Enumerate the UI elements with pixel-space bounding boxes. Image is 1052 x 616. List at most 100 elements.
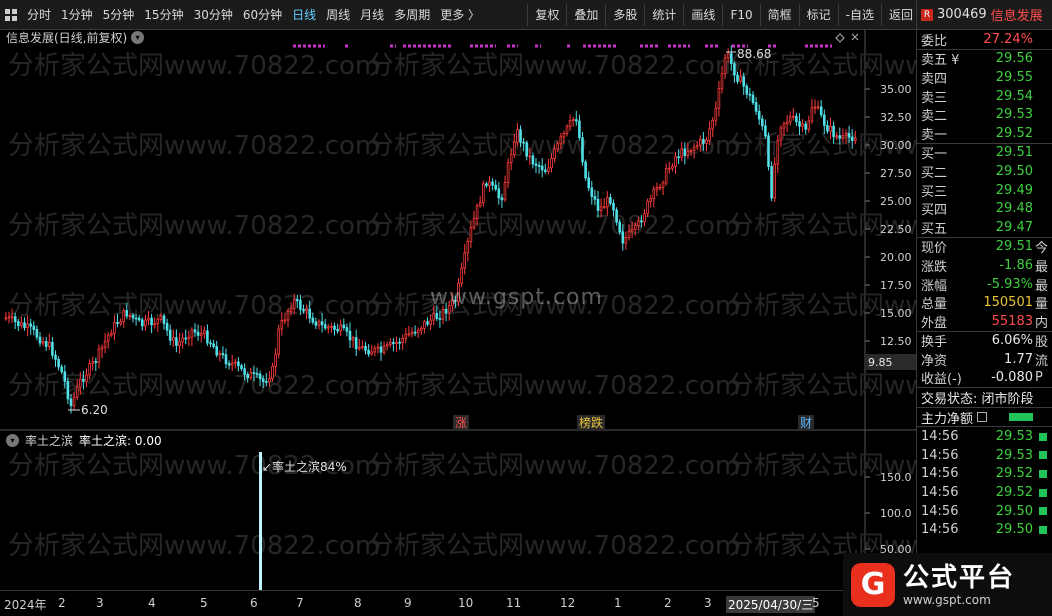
candle-body xyxy=(379,346,383,353)
stat2-row-1-extra: 流 xyxy=(1035,353,1049,369)
candle-body xyxy=(652,188,656,200)
indicator-name[interactable]: 率土之滨 xyxy=(25,432,73,449)
background-watermark: 分析家公式网www.70822.com xyxy=(8,531,380,561)
tool-button-0[interactable]: 复权 xyxy=(527,4,566,26)
candle-body xyxy=(280,319,284,330)
tick-time: 14:56 xyxy=(921,522,959,538)
candle-body xyxy=(202,330,206,334)
tab-period-8[interactable]: 月线 xyxy=(355,0,389,30)
candle-body xyxy=(274,353,277,367)
background-watermark: 分析家公式网www.70822.com xyxy=(728,371,916,401)
tool-button-2[interactable]: 多股 xyxy=(605,4,644,26)
candle-body xyxy=(367,349,370,355)
main-net-row[interactable]: 主力净额 xyxy=(917,408,1052,426)
tick-row[interactable]: 14:56 29.52 xyxy=(917,483,1052,502)
candle-body xyxy=(32,325,36,330)
chart-canvas[interactable]: 分析家公式网www.70822.com分析家公式网www.70822.com分析… xyxy=(0,30,1052,590)
tab-period-9[interactable]: 多周期 xyxy=(389,0,435,30)
candle-body xyxy=(571,119,575,122)
tick-row[interactable]: 14:56 29.50 xyxy=(917,502,1052,521)
candle-body xyxy=(627,230,631,238)
candle-body xyxy=(323,324,327,329)
x-tick-label: 10 xyxy=(458,596,474,610)
tab-period-5[interactable]: 60分钟 xyxy=(238,0,287,30)
tab-period-1[interactable]: 1分钟 xyxy=(56,0,98,30)
candle-body xyxy=(66,381,70,400)
top-toolbar: 分时 1分钟 5分钟 15分钟 30分钟 60分钟 日线 周线 月线 多周期 更多 〉 复权 叠加 多股… xyxy=(0,0,1052,30)
candle-body xyxy=(478,202,482,207)
tick-row[interactable]: 14:56 29.53 xyxy=(917,427,1052,446)
candle-body xyxy=(364,345,367,351)
x-tick-label: 4 xyxy=(148,596,156,610)
stock-header[interactable]: R 300469 信息发展 xyxy=(917,0,1052,30)
candle-body xyxy=(658,186,662,189)
tab-period-6[interactable]: 日线 xyxy=(287,0,321,30)
tab-period-3[interactable]: 15分钟 xyxy=(139,0,188,30)
candle-body xyxy=(624,237,628,244)
stat-row-2-value: -5.93% xyxy=(987,276,1033,292)
candle-body xyxy=(788,116,792,123)
tool-button-1[interactable]: 叠加 xyxy=(566,4,605,26)
candle-body xyxy=(683,148,687,156)
ask-row-4-value: 29.52 xyxy=(995,125,1033,141)
tick-price: 29.50 xyxy=(995,522,1033,538)
candle-body xyxy=(481,183,485,204)
bid-row-2-label: 买三 xyxy=(921,184,948,200)
tick-price: 29.53 xyxy=(995,447,1033,463)
candle-body xyxy=(633,225,637,230)
chevron-down-icon[interactable]: ▾ xyxy=(131,31,145,44)
tick-row[interactable]: 14:56 29.52 xyxy=(917,465,1052,484)
candle-body xyxy=(237,361,240,367)
tick-list[interactable]: 14:56 29.53 14:56 29.53 14:56 29.52 14:56 29.52… xyxy=(917,427,1052,539)
ask-row-1-label: 卖四 xyxy=(921,71,948,87)
candle-body xyxy=(302,308,305,312)
list-icon[interactable] xyxy=(977,412,988,423)
tool-button-8[interactable]: -自选 xyxy=(837,4,881,26)
candle-body xyxy=(782,123,786,129)
bid-row-0: 买一 29.51 xyxy=(917,144,1052,162)
candle-body xyxy=(252,372,256,375)
ask-row-4-label: 卖一 xyxy=(921,127,948,143)
tab-period-7[interactable]: 周线 xyxy=(321,0,355,30)
ask-row-2-value: 29.54 xyxy=(995,88,1033,104)
tool-button-4[interactable]: 画线 xyxy=(683,4,722,26)
stat-row-1-label: 涨跌 xyxy=(921,259,948,275)
tab-period-0[interactable]: 分时 xyxy=(22,0,56,30)
kline-chart[interactable]: 分析家公式网www.70822.com 分析家公式网www.70822.com 分析… xyxy=(0,30,1052,590)
tab-period-4[interactable]: 30分钟 xyxy=(189,0,238,30)
candle-body xyxy=(35,329,39,338)
tool-button-3[interactable]: 统计 xyxy=(644,4,683,26)
candle-body xyxy=(317,321,321,326)
stat2-row-0-label: 换手 xyxy=(921,335,948,351)
tool-button-7[interactable]: 标记 xyxy=(798,4,838,26)
candle-body xyxy=(134,317,138,320)
tick-price: 29.50 xyxy=(995,503,1033,519)
tab-period-10[interactable]: 更多 〉 xyxy=(435,0,485,30)
candle-body xyxy=(615,209,618,223)
tick-row[interactable]: 14:56 29.50 xyxy=(917,520,1052,539)
candle-body xyxy=(500,197,504,201)
layout-grid-icon[interactable] xyxy=(0,0,22,30)
candle-body xyxy=(754,102,758,112)
stat-row-1: 涨跌 -1.86 最 xyxy=(917,256,1052,275)
chevron-down-icon[interactable]: ▾ xyxy=(6,434,19,447)
candle-body xyxy=(426,321,429,325)
candle-body xyxy=(243,368,246,375)
candle-body xyxy=(823,114,826,126)
candle-body xyxy=(60,366,63,373)
tick-row[interactable]: 14:56 29.53 xyxy=(917,446,1052,465)
tab-period-2[interactable]: 5分钟 xyxy=(98,0,140,30)
tool-button-5[interactable]: F10 xyxy=(722,4,759,26)
tool-button-9[interactable]: 返回 xyxy=(880,4,920,26)
stat-row-4-label: 外盘 xyxy=(921,315,948,331)
candle-body xyxy=(745,85,749,95)
stat2-row-1-value: 1.77 xyxy=(1004,351,1033,367)
tool-button-6[interactable]: 简框 xyxy=(759,4,799,26)
candle-body xyxy=(686,150,690,156)
candle-body xyxy=(168,329,172,341)
candle-body xyxy=(395,341,398,345)
chart-title: 信息发展(日线,前复权) ▾ xyxy=(6,29,145,46)
candle-body xyxy=(233,361,237,364)
candle-body xyxy=(137,317,141,321)
candle-body xyxy=(792,115,795,118)
